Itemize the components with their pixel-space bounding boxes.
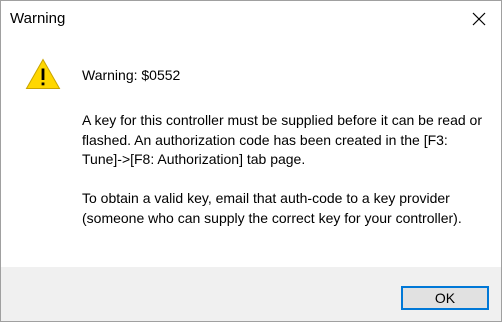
close-button[interactable] xyxy=(457,1,501,37)
warning-triangle-icon xyxy=(25,58,61,89)
title-bar[interactable]: Warning xyxy=(1,1,501,37)
warning-dialog: Warning Warning: $0552 A key for this co… xyxy=(0,0,502,322)
message-paragraph-2: To obtain a valid key, email that auth-c… xyxy=(82,190,462,226)
window-title: Warning xyxy=(10,10,66,27)
warning-code-heading: Warning: $0552 xyxy=(82,67,181,83)
close-icon xyxy=(472,12,486,26)
message-paragraph-1: A key for this controller must be suppli… xyxy=(82,112,482,167)
button-bar: OK xyxy=(1,267,501,321)
dialog-content: Warning: $0552 A key for this controller… xyxy=(1,37,501,267)
ok-button[interactable]: OK xyxy=(401,286,489,310)
